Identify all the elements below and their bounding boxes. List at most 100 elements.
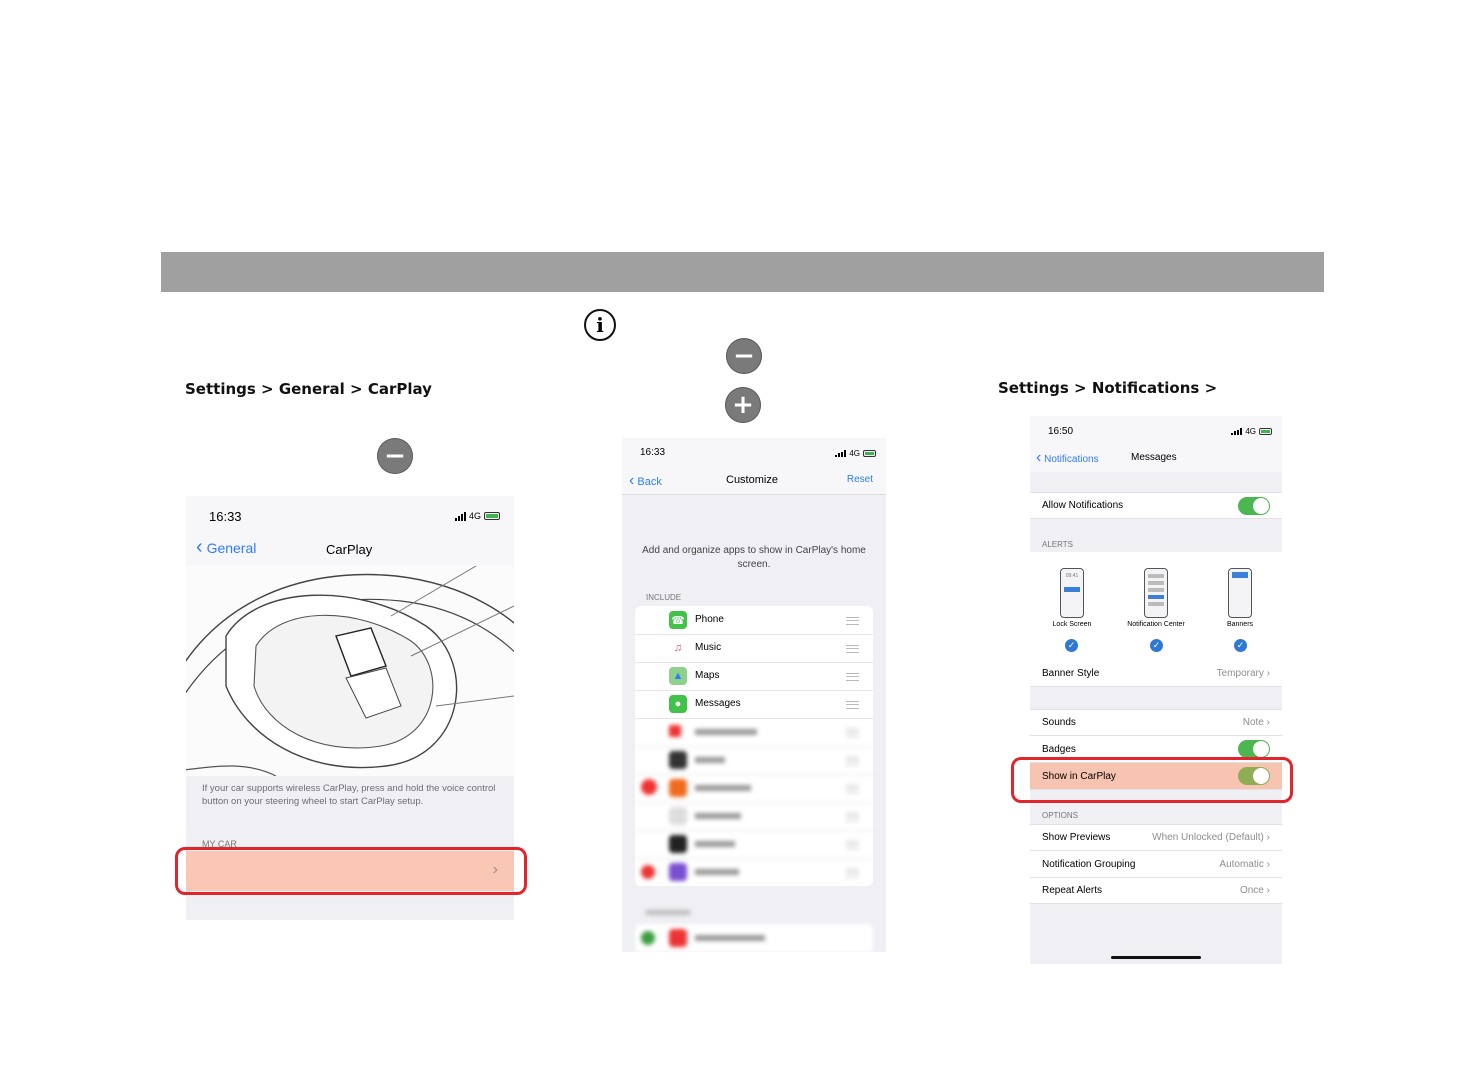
reorder-grip-icon[interactable]	[846, 673, 859, 681]
back-label: Back	[637, 476, 662, 488]
lock-screen-checkmark-icon[interactable]: ✓	[1065, 639, 1078, 652]
music-app-icon: ♫	[669, 639, 687, 657]
sounds-row[interactable]: Sounds Note ›	[1030, 709, 1282, 736]
chevron-left-icon: ‹	[196, 536, 203, 558]
my-car-highlight	[175, 847, 527, 895]
steering-wheel-illustration	[186, 566, 514, 776]
status-time: 16:33	[640, 447, 666, 458]
minus-button-icon-2: −	[377, 438, 413, 474]
back-label: Notifications	[1044, 454, 1099, 465]
plus-button-icon: +	[725, 387, 761, 423]
notification-center-checkmark-icon[interactable]: ✓	[1150, 639, 1163, 652]
lock-screen-label: Lock Screen	[1052, 621, 1092, 628]
banners-checkmark-icon[interactable]: ✓	[1234, 639, 1247, 652]
app-name: Music	[695, 642, 722, 653]
back-button[interactable]: ‹ General	[196, 537, 257, 557]
status-time: 16:50	[1048, 426, 1074, 437]
maps-app-icon: ▲	[669, 667, 687, 685]
status-time: 16:33	[209, 509, 242, 524]
customize-screenshot: 16:33 4G ‹ Back Customize Reset Add and …	[622, 438, 886, 952]
network-label: 4G	[849, 449, 860, 458]
page-title: Messages	[1131, 452, 1177, 463]
app-name: Maps	[695, 670, 720, 681]
header-bar	[161, 252, 1324, 292]
notification-center-label: Notification Center	[1127, 621, 1185, 628]
allow-notifications-toggle[interactable]	[1238, 496, 1270, 515]
info-icon: i	[584, 309, 616, 341]
reorder-grip-icon[interactable]	[846, 645, 859, 653]
allow-notifications-label: Allow Notifications	[1042, 500, 1124, 511]
list-item-messages[interactable]: ● Messages	[635, 690, 873, 719]
lock-screen-phone-icon: 09:41	[1060, 568, 1084, 618]
banners-phone-icon	[1228, 568, 1252, 618]
chevron-right-icon: ›	[1266, 885, 1270, 896]
notification-center-phone-icon	[1144, 568, 1168, 618]
status-indicators: 4G	[1231, 427, 1272, 436]
chevron-right-icon: ›	[1266, 832, 1270, 843]
banners-option[interactable]	[1228, 568, 1252, 618]
show-previews-value: When Unlocked (Default) ›	[1152, 832, 1270, 843]
badges-label: Badges	[1042, 743, 1076, 755]
lock-screen-option[interactable]: 09:41	[1060, 568, 1084, 618]
list-item-maps[interactable]: ▲ Maps	[635, 662, 873, 691]
carplay-description: If your car supports wireless CarPlay, p…	[202, 783, 496, 807]
badges-toggle[interactable]	[1238, 740, 1270, 758]
status-indicators: 4G	[454, 511, 500, 521]
chevron-left-icon: ‹	[1036, 449, 1042, 466]
network-label: 4G	[1245, 427, 1256, 436]
network-label: 4G	[468, 511, 481, 521]
include-section-header: INCLUDE	[646, 593, 682, 602]
show-in-carplay-highlight	[1011, 757, 1293, 803]
repeat-alerts-label: Repeat Alerts	[1042, 885, 1103, 896]
status-indicators: 4G	[835, 449, 876, 458]
carplay-path-caption: Settings > General > CarPlay	[185, 380, 432, 398]
reorder-grip-icon[interactable]	[846, 617, 859, 625]
chevron-right-icon: ›	[1266, 858, 1270, 870]
page-title: Customize	[726, 474, 778, 486]
banner-style-row[interactable]: Banner Style Temporary ›	[1030, 660, 1282, 687]
alert-styles-panel: 09:41 Lock Screen Notification Center Ba…	[1030, 552, 1282, 661]
list-item-music[interactable]: ♫ Music	[635, 634, 873, 663]
app-name: Phone	[695, 614, 724, 625]
chevron-right-icon: ›	[1266, 667, 1270, 679]
back-button[interactable]: ‹ Notifications	[1036, 449, 1099, 467]
signal-icon	[835, 450, 847, 457]
page-title: CarPlay	[326, 542, 373, 557]
chevron-right-icon: ›	[1266, 717, 1270, 728]
list-item-phone[interactable]: ☎ Phone	[635, 606, 873, 635]
notification-grouping-value: Automatic ›	[1219, 858, 1270, 870]
battery-icon	[1259, 428, 1272, 435]
signal-icon	[454, 511, 466, 521]
banners-label: Banners	[1226, 621, 1254, 628]
notification-grouping-label: Notification Grouping	[1042, 858, 1136, 870]
notification-grouping-row[interactable]: Notification Grouping Automatic ›	[1030, 851, 1282, 878]
phone-app-icon: ☎	[669, 611, 687, 629]
home-indicator	[1111, 956, 1201, 959]
include-list: ☎ Phone ♫ Music ▲ Maps ● Messages	[635, 606, 873, 886]
allow-notifications-row: Allow Notifications	[1030, 492, 1282, 519]
repeat-alerts-row[interactable]: Repeat Alerts Once ›	[1030, 878, 1282, 904]
show-previews-label: Show Previews	[1042, 832, 1111, 843]
sounds-value: Note ›	[1242, 717, 1270, 728]
messages-app-icon: ●	[669, 695, 687, 713]
banner-style-value: Temporary ›	[1216, 667, 1270, 679]
customize-description: Add and organize apps to show in CarPlay…	[642, 545, 866, 570]
minus-button-icon: −	[726, 338, 762, 374]
reorder-grip-icon[interactable]	[846, 701, 859, 709]
repeat-alerts-value: Once ›	[1239, 885, 1270, 896]
show-previews-row[interactable]: Show Previews When Unlocked (Default) ›	[1030, 824, 1282, 851]
back-button[interactable]: ‹ Back	[629, 472, 662, 490]
battery-icon	[484, 512, 500, 520]
app-name: Messages	[695, 698, 741, 709]
notification-center-option[interactable]	[1144, 568, 1168, 618]
banner-style-label: Banner Style	[1042, 667, 1100, 679]
messages-notifications-screenshot: 16:50 4G ‹ Notifications Messages Allow …	[1030, 416, 1282, 964]
alerts-section-header: ALERTS	[1042, 540, 1073, 549]
options-section-header: OPTIONS	[1042, 811, 1079, 820]
sounds-label: Sounds	[1042, 717, 1076, 728]
chevron-left-icon: ‹	[629, 472, 635, 489]
notifications-path-caption: Settings > Notifications >	[998, 379, 1218, 397]
signal-icon	[1231, 428, 1243, 435]
reset-button[interactable]: Reset	[847, 474, 873, 485]
back-label: General	[206, 540, 257, 556]
